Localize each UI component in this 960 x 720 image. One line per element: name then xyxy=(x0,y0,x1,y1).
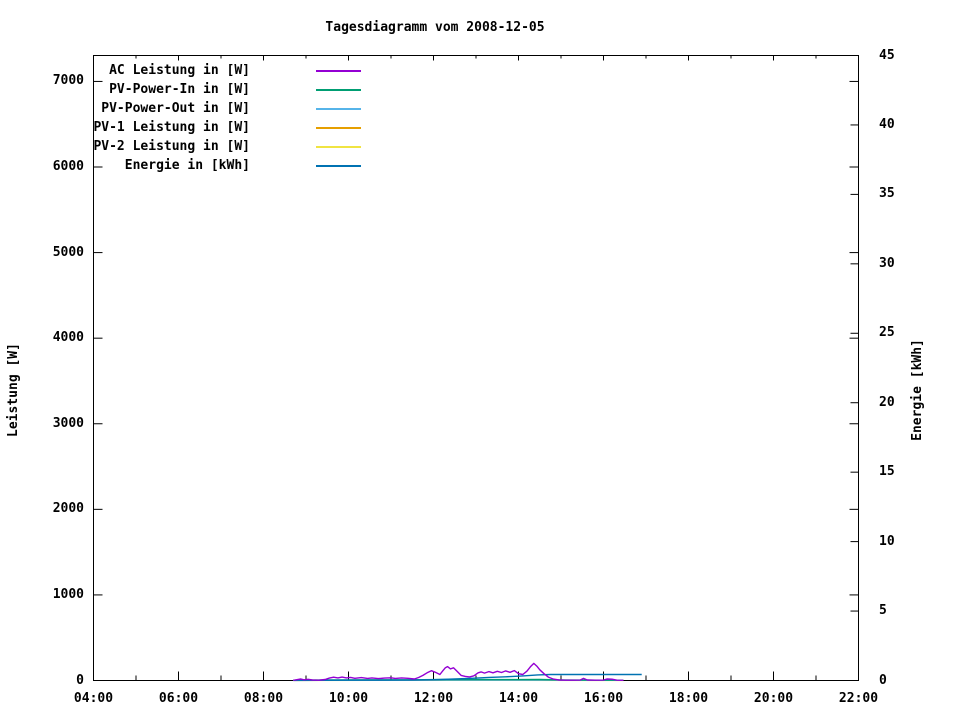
legend-label: PV-2 Leistung in [W] xyxy=(93,139,250,154)
x-tick-label: 16:00 xyxy=(583,691,624,706)
y2-tick-label: 10 xyxy=(879,533,895,549)
legend-line-sample xyxy=(316,146,361,148)
y1-tick-label: 4000 xyxy=(52,330,84,346)
legend-label: AC Leistung in [W] xyxy=(109,63,250,78)
x-tick-label: 06:00 xyxy=(158,691,199,706)
y2-tick-label: 45 xyxy=(879,47,895,63)
y1-tick-label: 7000 xyxy=(52,73,84,89)
chart: Tagesdiagramm vom 2008-12-05 Leistung [W… xyxy=(0,0,960,720)
x-tick-label: 08:00 xyxy=(243,691,284,706)
x-tick-label: 20:00 xyxy=(753,691,794,706)
x-tick-label: 14:00 xyxy=(498,691,539,706)
legend-label: PV-1 Leistung in [W] xyxy=(93,120,250,135)
x-tick-label: 04:00 xyxy=(73,691,114,706)
y2-tick-label: 5 xyxy=(879,603,887,619)
y2-tick-label: 20 xyxy=(879,394,895,410)
y1-tick-label: 0 xyxy=(76,672,84,688)
y2-tick-label: 30 xyxy=(879,255,895,271)
x-tick-label: 22:00 xyxy=(838,691,879,706)
y1-tick-label: 1000 xyxy=(52,586,84,602)
legend-line-sample xyxy=(316,165,361,167)
legend-line-sample xyxy=(316,70,361,72)
y1-tick-label: 6000 xyxy=(52,159,84,174)
x-tick-label: 12:00 xyxy=(413,691,454,706)
y1-tick-label: 3000 xyxy=(52,415,84,431)
y1-tick-label: 2000 xyxy=(52,501,84,517)
legend-line-sample xyxy=(316,108,361,110)
y2-tick-label: 15 xyxy=(879,464,895,480)
legend-label: PV-Power-Out in [W] xyxy=(101,101,250,116)
y2-tick-label: 25 xyxy=(879,325,895,341)
y2-tick-label: 40 xyxy=(879,116,895,132)
x-tick-label: 18:00 xyxy=(668,691,709,706)
y1-tick-label: 5000 xyxy=(52,244,84,260)
x-tick-label: 10:00 xyxy=(328,691,369,706)
y2-tick-label: 0 xyxy=(879,672,887,688)
legend-line-sample xyxy=(316,89,361,91)
legend-label: PV-Power-In in [W] xyxy=(109,82,250,97)
legend-line-sample xyxy=(316,127,361,129)
y2-tick-label: 35 xyxy=(879,186,895,202)
legend-label: Energie in [kWh] xyxy=(124,158,250,173)
series-line-1 xyxy=(293,662,624,681)
